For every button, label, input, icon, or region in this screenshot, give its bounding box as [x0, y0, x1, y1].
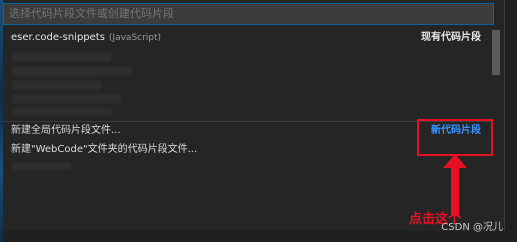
blurred-item: [12, 162, 72, 170]
snippet-file-label: eser.code-snippets: [11, 32, 105, 43]
blurred-item: [12, 66, 132, 76]
snippet-file-language: (JavaScript): [108, 33, 162, 43]
new-folder-snippet-label: 新建"WebCode"文件夹的代码片段文件...: [11, 144, 198, 155]
red-arrow-icon: [443, 154, 467, 216]
watermark: CSDN @况儿: [441, 222, 503, 233]
blurred-item: [12, 108, 112, 116]
group-label-existing: 现有代码片段: [421, 32, 481, 43]
blurred-item: [12, 52, 112, 62]
new-global-snippet-label: 新建全局代码片段文件...: [11, 125, 121, 136]
snippet-search-input[interactable]: [3, 3, 494, 25]
scrollbar-thumb[interactable]: [492, 30, 500, 75]
blurred-item: [12, 94, 122, 104]
list-item-existing-snippet[interactable]: eser.code-snippets (JavaScript) 现有代码片段: [3, 29, 493, 47]
highlight-box: [417, 119, 493, 156]
blurred-item: [12, 80, 102, 90]
